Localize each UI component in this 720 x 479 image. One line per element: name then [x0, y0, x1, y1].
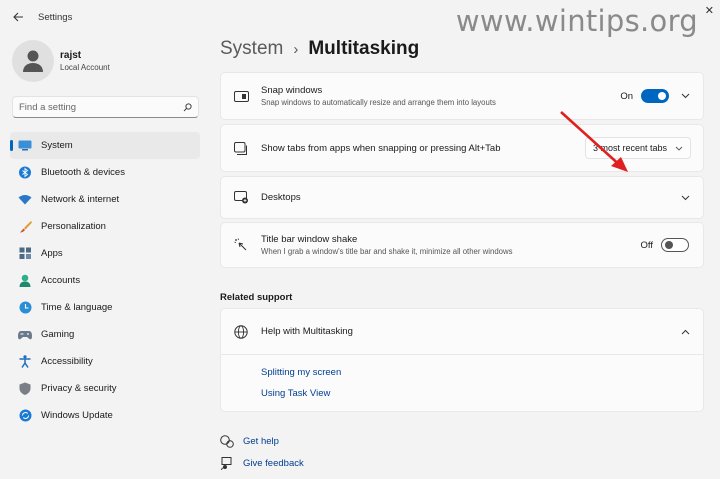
- sidebar-item-gaming[interactable]: Gaming: [10, 321, 200, 348]
- page-title: Multitasking: [308, 38, 420, 59]
- feedback-icon: [220, 456, 234, 470]
- snap-windows-toggle[interactable]: [641, 89, 669, 103]
- desktops-icon: [233, 190, 249, 206]
- title-bar-shake-toggle[interactable]: [661, 238, 689, 252]
- system-icon: [18, 139, 32, 153]
- globe-clock-icon: [18, 301, 32, 315]
- toggle-state-label: On: [620, 90, 633, 102]
- sidebar-item-label: Network & internet: [41, 194, 120, 205]
- wifi-icon: [18, 193, 32, 207]
- sidebar-item-label: Windows Update: [41, 410, 113, 421]
- annotation-arrow-icon: [560, 111, 628, 172]
- related-support-card: Help with Multitasking Splitting my scre…: [220, 308, 704, 412]
- chevron-down-icon: [675, 146, 683, 151]
- search-input[interactable]: [19, 101, 169, 113]
- search-icon[interactable]: [183, 102, 192, 112]
- search-box[interactable]: [12, 96, 199, 118]
- breadcrumb: System › Multitasking: [220, 38, 419, 60]
- sidebar-item-windows-update[interactable]: Windows Update: [10, 402, 200, 429]
- sidebar-item-label: Accounts: [41, 275, 81, 286]
- account-type: Local Account: [60, 63, 110, 72]
- sidebar-item-label: Time & language: [41, 302, 113, 313]
- support-link-splitting-screen[interactable]: Splitting my screen: [261, 367, 703, 378]
- back-button[interactable]: [4, 3, 32, 31]
- setting-title: Title bar window shake: [261, 234, 358, 245]
- sidebar-item-accessibility[interactable]: Accessibility: [10, 348, 200, 375]
- give-feedback-label: Give feedback: [243, 457, 304, 469]
- gamepad-icon: [18, 328, 32, 342]
- title-bar-shake-card[interactable]: Title bar window shake When I grab a win…: [220, 222, 704, 268]
- setting-title: Show tabs from apps when snapping or pre…: [261, 142, 501, 154]
- window-shake-icon: [233, 237, 249, 253]
- bluetooth-icon: [18, 166, 32, 180]
- breadcrumb-separator: ›: [293, 40, 299, 58]
- back-arrow-icon: [12, 12, 23, 22]
- sidebar-item-time-language[interactable]: Time & language: [10, 294, 200, 321]
- setting-description: When I grab a window's title bar and sha…: [261, 247, 513, 256]
- help-multitasking-header[interactable]: Help with Multitasking: [221, 309, 703, 355]
- sidebar-item-label: Accessibility: [41, 356, 93, 367]
- sidebar-item-label: Apps: [41, 248, 63, 259]
- close-icon[interactable]: ✕: [705, 4, 714, 17]
- sidebar-item-label: Personalization: [41, 221, 106, 232]
- sidebar-item-system[interactable]: System: [10, 132, 200, 159]
- related-support-heading: Related support: [220, 292, 293, 303]
- user-profile[interactable]: rajst Local Account: [12, 40, 110, 82]
- sidebar-item-label: Gaming: [41, 329, 75, 340]
- person-avatar-icon: [23, 50, 43, 72]
- get-help-label: Get help: [243, 435, 279, 447]
- avatar: [12, 40, 54, 82]
- sidebar-item-network[interactable]: Network & internet: [10, 186, 200, 213]
- user-name: rajst: [60, 50, 82, 61]
- chevron-down-icon[interactable]: [679, 90, 691, 102]
- chevron-up-icon[interactable]: [679, 326, 691, 338]
- update-icon: [18, 409, 32, 423]
- globe-icon: [233, 324, 249, 340]
- help-icon: [220, 434, 234, 448]
- sidebar-item-privacy[interactable]: Privacy & security: [10, 375, 200, 402]
- setting-title: Desktops: [261, 192, 301, 203]
- setting-title: Snap windows: [261, 85, 323, 96]
- snap-window-icon: [233, 88, 249, 104]
- sidebar-item-label: Bluetooth & devices: [41, 167, 125, 178]
- accessibility-icon: [18, 355, 32, 369]
- person-icon: [18, 274, 32, 288]
- sidebar-nav: System Bluetooth & devices Network & int…: [10, 132, 200, 429]
- give-feedback-link[interactable]: Give feedback: [220, 456, 304, 470]
- apps-icon: [18, 247, 32, 261]
- window-title: Settings: [38, 11, 73, 23]
- get-help-link[interactable]: Get help: [220, 434, 279, 448]
- sidebar-item-accounts[interactable]: Accounts: [10, 267, 200, 294]
- sidebar-item-personalization[interactable]: Personalization: [10, 213, 200, 240]
- chevron-down-icon[interactable]: [679, 192, 691, 204]
- toggle-state-label: Off: [640, 239, 654, 251]
- watermark: www.wintips.org: [455, 4, 698, 38]
- brush-icon: [18, 220, 32, 234]
- help-title: Help with Multitasking: [261, 326, 353, 337]
- desktops-card[interactable]: Desktops: [220, 176, 704, 219]
- support-link-task-view[interactable]: Using Task View: [261, 388, 703, 399]
- sidebar-item-bluetooth[interactable]: Bluetooth & devices: [10, 159, 200, 186]
- shield-icon: [18, 382, 32, 396]
- tabs-icon: [233, 140, 249, 156]
- setting-description: Snap windows to automatically resize and…: [261, 98, 496, 107]
- sidebar-item-label: Privacy & security: [41, 383, 117, 394]
- sidebar-item-apps[interactable]: Apps: [10, 240, 200, 267]
- sidebar-item-label: System: [41, 140, 73, 151]
- breadcrumb-parent[interactable]: System: [220, 38, 283, 60]
